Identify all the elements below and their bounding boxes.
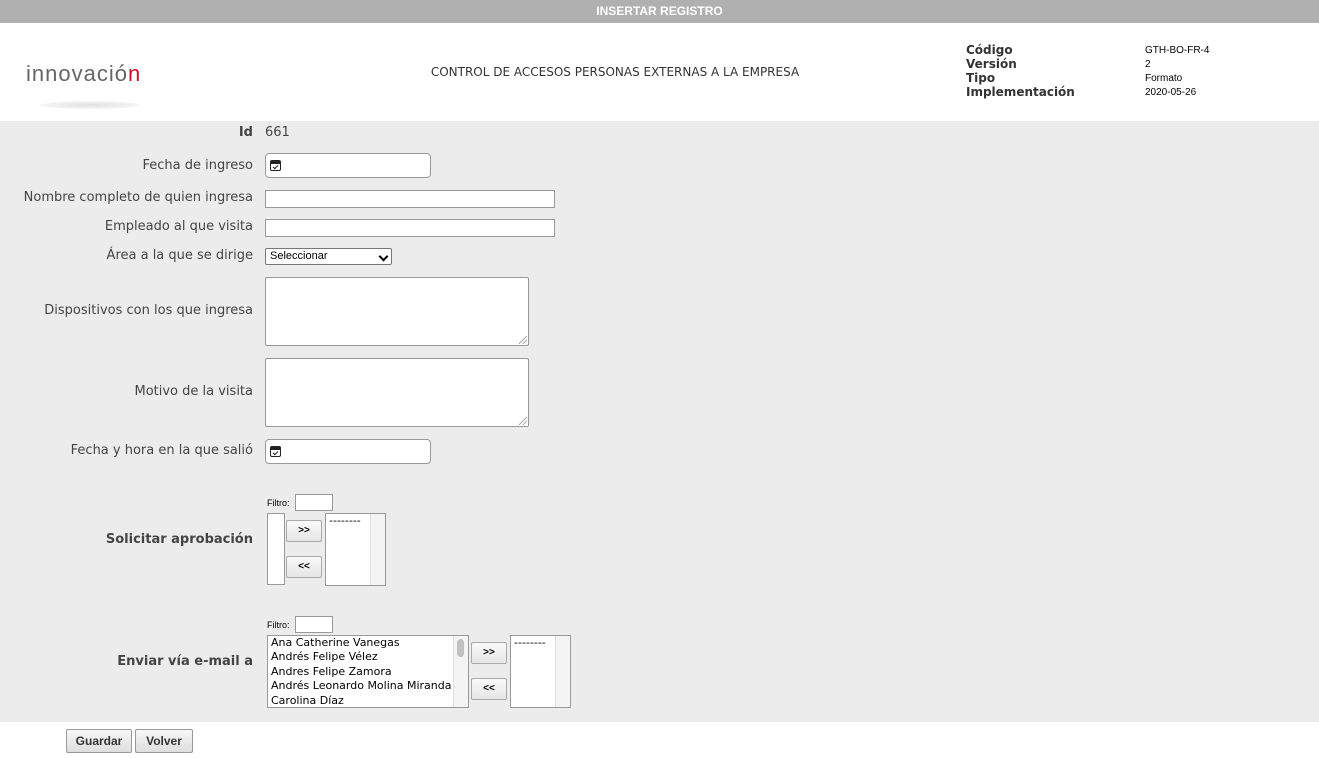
enviar-filtro-input[interactable]: [295, 616, 333, 633]
logo-text: innovació: [26, 61, 128, 86]
area-select-value: Seleccionar: [270, 250, 328, 262]
enviar-available-list[interactable]: Ana Catherine Vanegas Andrés Felipe Véle…: [267, 635, 469, 708]
dispositivos-label: Dispositivos con los que ingresa: [44, 303, 253, 318]
id-value: 661: [265, 125, 290, 140]
meta-label-codigo: Código: [966, 43, 1013, 57]
solicitar-filtro-input[interactable]: [295, 494, 333, 511]
chevron-down-icon: [378, 251, 389, 262]
logo-shadow: [40, 101, 140, 109]
form-area: Id 661 Fecha de ingreso Nombre completo …: [0, 121, 1319, 722]
page-title: INSERTAR REGISTRO: [596, 4, 723, 18]
area-select[interactable]: Seleccionar: [265, 248, 392, 265]
area-label: Área a la que se dirige: [106, 248, 253, 263]
enviar-selected-list[interactable]: --------: [510, 635, 571, 708]
motivo-textarea[interactable]: [265, 358, 529, 427]
calendar-icon[interactable]: [270, 446, 281, 457]
scrollbar[interactable]: [370, 514, 385, 585]
meta-value-version: 2: [1145, 59, 1151, 70]
fecha-salida-input[interactable]: [265, 439, 431, 464]
solicitar-add-button[interactable]: >>: [286, 520, 322, 542]
empleado-label: Empleado al que visita: [104, 219, 253, 234]
fecha-ingreso-label: Fecha de ingreso: [142, 158, 253, 173]
solicitar-filtro-label: Filtro:: [267, 498, 290, 508]
empleado-input[interactable]: [265, 219, 555, 237]
meta-label-implementacion: Implementación: [966, 85, 1075, 99]
list-item[interactable]: Andres Felipe Zamora: [268, 665, 468, 679]
resize-grip-icon[interactable]: [519, 336, 527, 344]
motivo-label: Motivo de la visita: [134, 384, 253, 399]
calendar-icon[interactable]: [270, 160, 281, 171]
meta-label-tipo: Tipo: [966, 71, 996, 85]
nombre-input[interactable]: [265, 190, 555, 208]
page-title-bar: INSERTAR REGISTRO: [0, 0, 1319, 23]
document-header: innovación CONTROL DE ACCESOS PERSONAS E…: [0, 23, 1319, 121]
scrollbar[interactable]: [555, 636, 570, 707]
back-button[interactable]: Volver: [135, 729, 193, 753]
company-logo: innovación: [26, 61, 141, 87]
list-item[interactable]: Ana Catherine Vanegas: [268, 636, 468, 650]
fecha-salida-label: Fecha y hora en la que salió: [70, 443, 253, 458]
fecha-ingreso-input[interactable]: [265, 153, 431, 178]
enviar-add-button[interactable]: >>: [471, 642, 507, 664]
solicitar-remove-button[interactable]: <<: [286, 556, 322, 578]
solicitar-label: Solicitar aprobación: [105, 532, 253, 547]
list-item[interactable]: Carolina Díaz: [268, 694, 468, 707]
id-label: Id: [238, 125, 253, 140]
document-title: CONTROL DE ACCESOS PERSONAS EXTERNAS A L…: [430, 65, 800, 79]
dispositivos-textarea[interactable]: [265, 277, 529, 346]
enviar-remove-button[interactable]: <<: [471, 678, 507, 700]
meta-value-codigo: GTH-BO-FR-4: [1145, 45, 1210, 56]
nombre-label: Nombre completo de quien ingresa: [23, 190, 253, 205]
enviar-filtro-label: Filtro:: [267, 620, 290, 630]
list-item[interactable]: Andrés Leonardo Molina Miranda: [268, 679, 468, 693]
meta-label-version: Versión: [966, 57, 1017, 71]
logo-accent: n: [127, 61, 142, 86]
meta-value-implementacion: 2020-05-26: [1145, 87, 1197, 98]
enviar-label: Enviar vía e-mail a: [117, 654, 253, 669]
save-button[interactable]: Guardar: [66, 729, 132, 753]
solicitar-available-list[interactable]: [267, 513, 285, 585]
scrollbar[interactable]: [453, 636, 468, 707]
list-item[interactable]: Andrés Felipe Vélez: [268, 650, 468, 664]
solicitar-selected-list[interactable]: --------: [325, 513, 386, 586]
meta-value-tipo: Formato: [1145, 73, 1183, 84]
resize-grip-icon[interactable]: [519, 417, 527, 425]
scrollbar-thumb[interactable]: [457, 639, 464, 657]
